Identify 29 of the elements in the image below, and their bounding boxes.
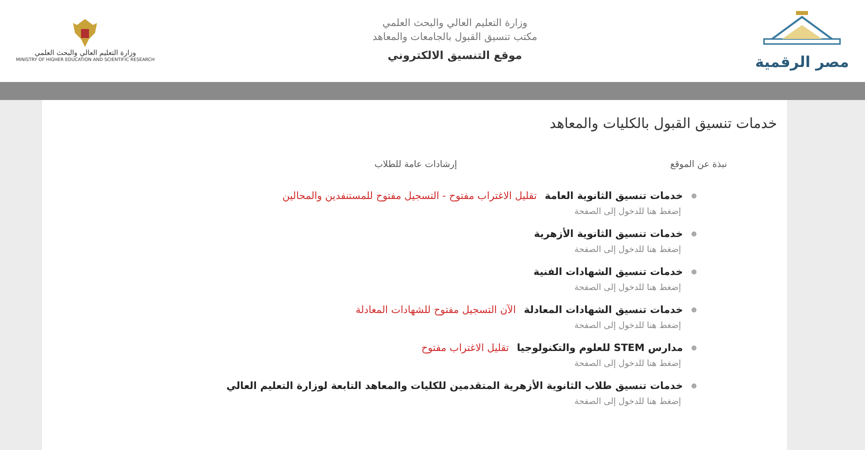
service-title: خدمات تنسيق الثانوية العامة: [544, 190, 683, 204]
page-link[interactable]: إضغط هنا للدخول إلى الصفحة: [574, 206, 681, 218]
page-link[interactable]: إضغط هنا للدخول إلى الصفحة: [574, 358, 681, 370]
page-link[interactable]: إضغط هنا للدخول إلى الصفحة: [574, 244, 681, 256]
page-link[interactable]: إضغط هنا للدخول إلى الصفحة: [574, 282, 681, 294]
service-title: خدمات تنسيق الشهادات الفنية: [534, 266, 683, 280]
service-title: مدارس STEM للعلوم والتكنولوجيا: [516, 342, 683, 356]
page-link[interactable]: إضغط هنا للدخول إلى الصفحة: [574, 320, 681, 332]
nav-link[interactable]: نبذة عن الموقع: [457, 159, 727, 172]
page-title: خدمات تنسيق القبول بالكليات والمعاهد: [548, 115, 777, 134]
eagle-emblem-icon: [71, 17, 100, 50]
header-line: وزارة التعليم العالي والبحث العلمي: [381, 17, 528, 31]
nav-link[interactable]: إرشادات عامة للطلاب: [374, 159, 457, 172]
bullet-icon: [691, 230, 697, 236]
page-link[interactable]: إضغط هنا للدخول إلى الصفحة: [574, 396, 681, 408]
bullet-icon: [691, 382, 697, 388]
bullet-icon: [691, 344, 697, 350]
service-title: خدمات تنسيق الثانوية الأزهرية: [534, 226, 683, 242]
service-title: خدمات تنسيق الشهادات المعادلة: [524, 304, 683, 318]
bullet-icon: [691, 192, 697, 198]
site-title: موقع التنسيق الالكتروني: [388, 48, 522, 64]
service-title: خدمات تنسيق طلاب الثانوية الأزهرية المتقدمين للكليات والمعاهد التابعة لوزارة التعليم العالي: [226, 378, 683, 394]
bullet-icon: [691, 268, 697, 274]
brand-name: مصر الرقمية: [755, 52, 849, 73]
header-line: مكتب تنسيق القبول بالجامعات والمعاهد: [372, 30, 538, 44]
service-notice: تقليل الاغتراب مفتوح - التسجيل مفتوح للمستنفدين والمحالين: [282, 190, 537, 204]
bullet-icon: [691, 306, 697, 312]
service-notice: الآن التسجيل مفتوح للشهادات المعادلة: [356, 304, 516, 318]
service-notice: تقليل الاغتراب مفتوح: [421, 342, 509, 356]
